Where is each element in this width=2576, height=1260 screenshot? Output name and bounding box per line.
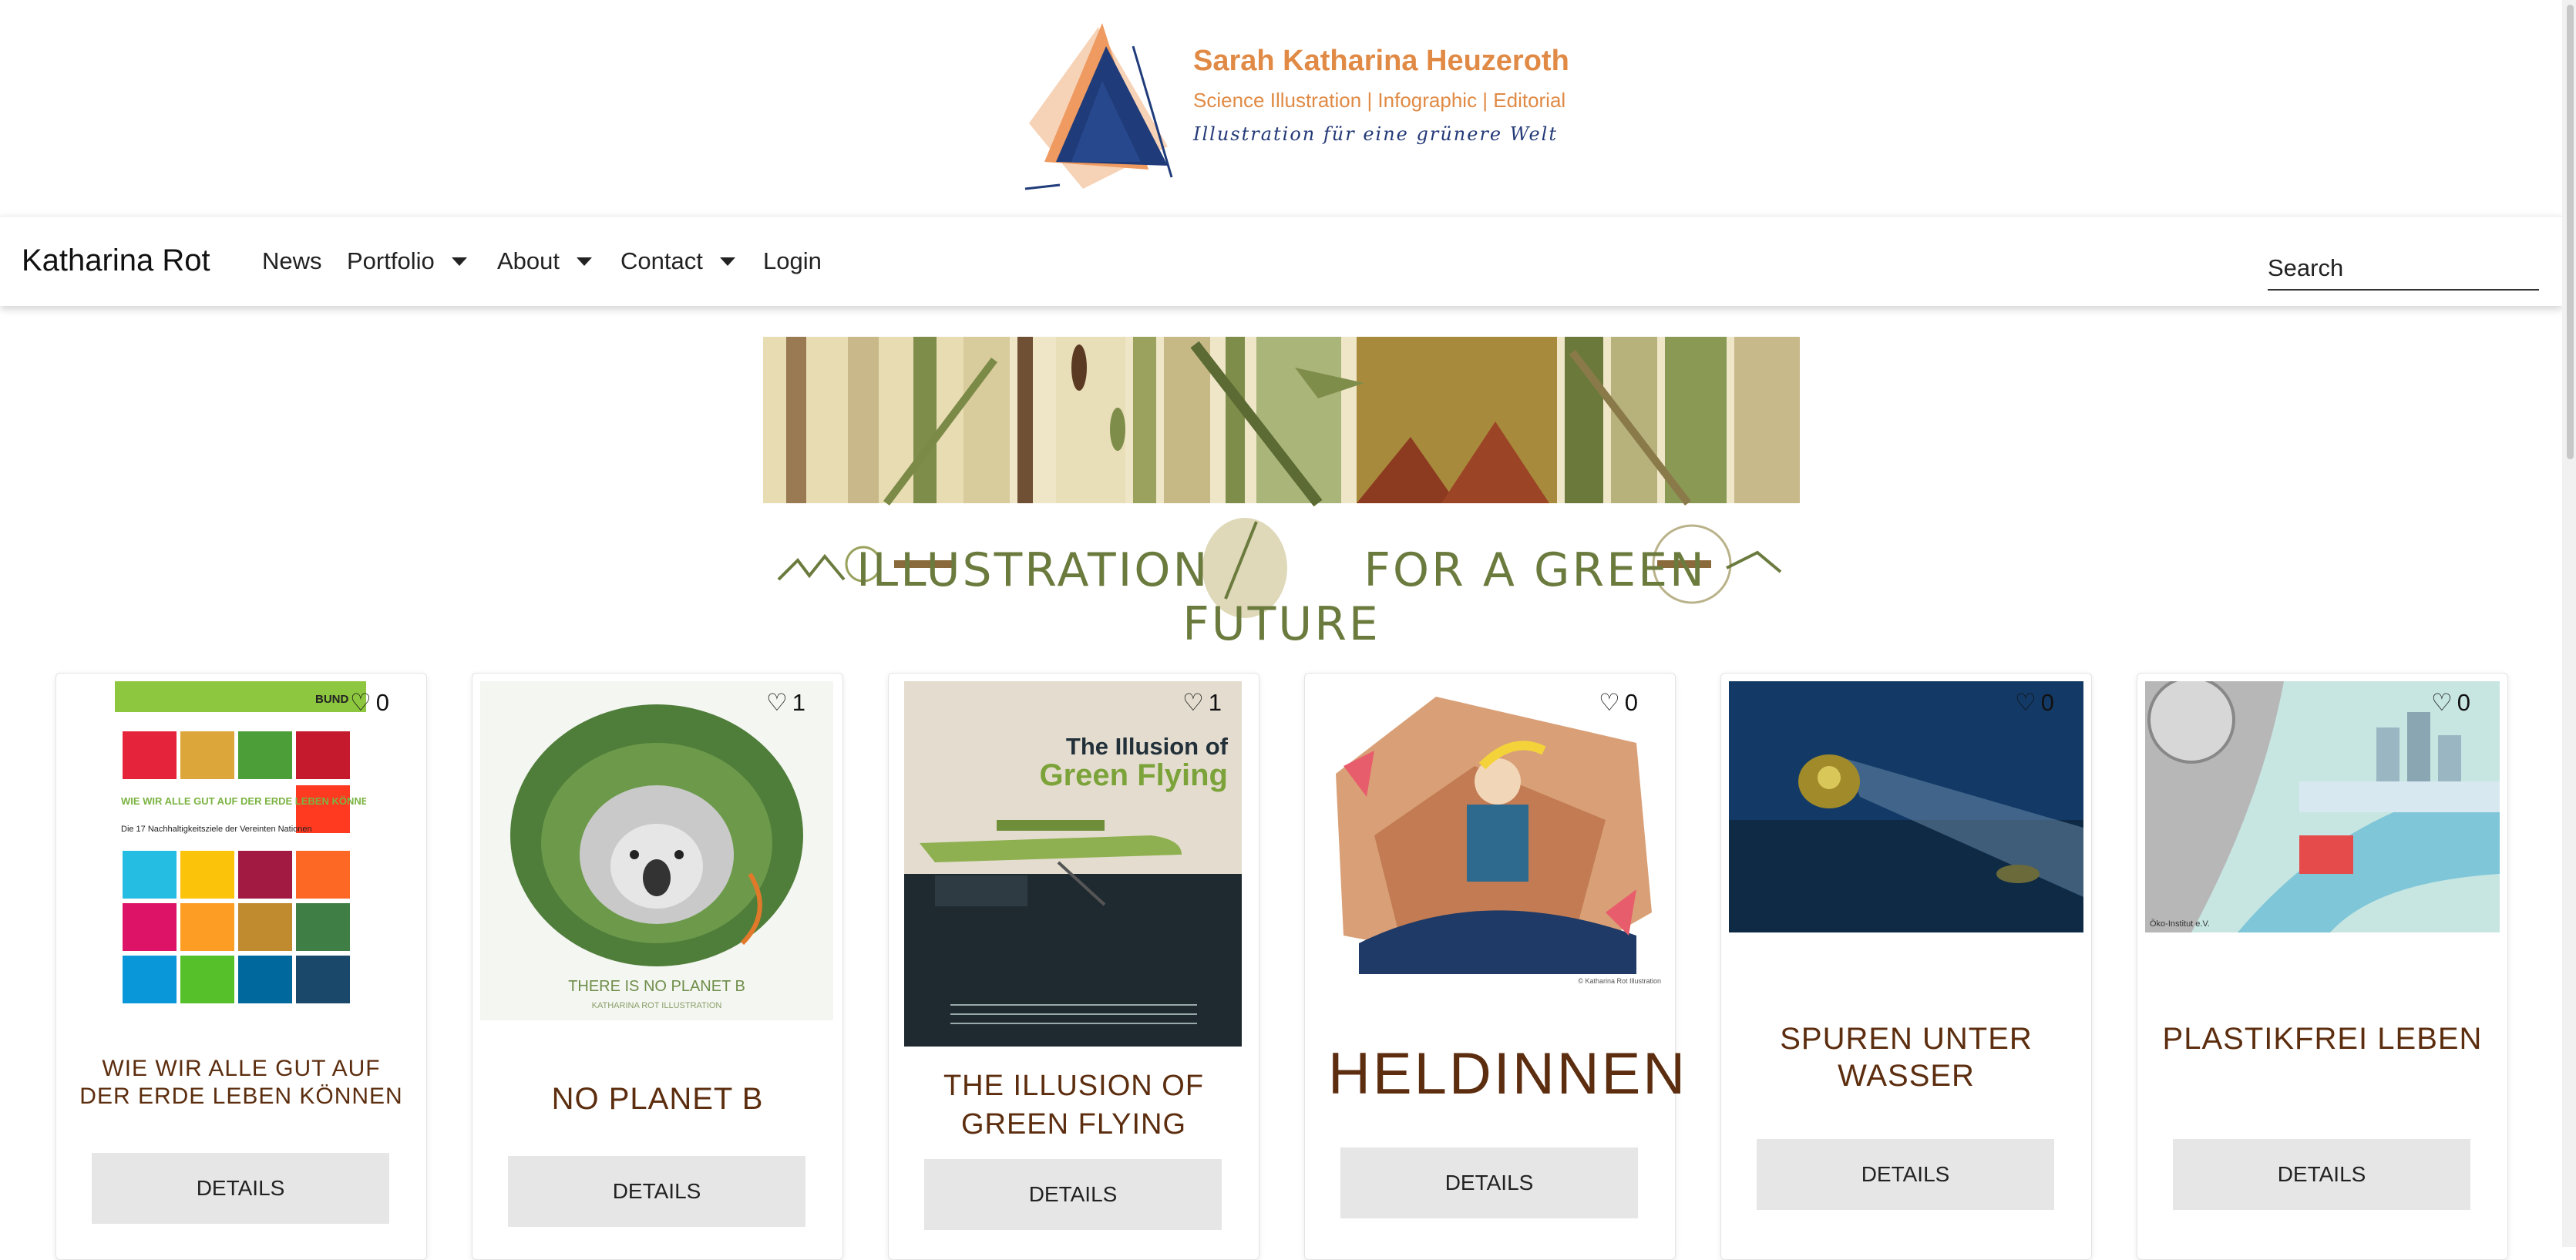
artwork-card[interactable]: THERE IS NO PLANET B KATHARINA ROT ILLUS…: [472, 673, 843, 1260]
banner-right-text: FOR A GREEN FUTURE: [1182, 543, 1707, 651]
brand-link[interactable]: Katharina Rot: [22, 244, 210, 278]
nav-label: Contact: [620, 247, 703, 274]
caret-down-icon: [577, 257, 593, 266]
nav-item-news[interactable]: News: [262, 247, 322, 275]
logo-text: Sarah Katharina Heuzeroth Science Illust…: [1193, 45, 1569, 145]
banner-tagline: ILLUSTRATION FOR A GREEN FUTURE: [763, 543, 1800, 651]
card-title[interactable]: SPUREN UNTER WASSER: [1744, 1020, 2068, 1094]
like-count: 1: [1208, 689, 1222, 716]
like-count: 0: [1624, 689, 1638, 716]
like-count: 0: [2457, 689, 2470, 716]
green-flying-artwork: The Illusion of Green Flying: [904, 681, 1242, 1047]
triangle-logo-icon[interactable]: [1014, 15, 1191, 193]
nav-item-contact[interactable]: Contact: [620, 247, 735, 275]
card-image-sdg[interactable]: WIE WIR ALLE GUT AUF DER ERDE LEBEN KÖNN…: [115, 681, 366, 1005]
card-image-no-planet-b[interactable]: THERE IS NO PLANET B KATHARINA ROT ILLUS…: [480, 681, 833, 1020]
search-input[interactable]: [2268, 247, 2539, 291]
card-title[interactable]: THE ILLUSION OF GREEN FLYING: [912, 1067, 1236, 1144]
koala-artwork: THERE IS NO PLANET B KATHARINA ROT ILLUS…: [510, 704, 803, 1010]
details-button[interactable]: DETAILS: [2173, 1139, 2470, 1210]
logo-subtitle: Science Illustration | Infographic | Edi…: [1193, 89, 1566, 112]
hero-banner: ILLUSTRATION FOR A GREEN FUTURE: [763, 337, 1800, 651]
scrollbar-thumb[interactable]: [2567, 5, 2574, 459]
artwork-card[interactable]: © Katharina Rot Illustration ♡ 0 HELDINNE…: [1304, 673, 1685, 1260]
like-count: 0: [2040, 689, 2054, 716]
card-image-heldinnen[interactable]: © Katharina Rot Illustration: [1313, 681, 1666, 990]
nav-label: Portfolio: [347, 247, 435, 274]
details-button[interactable]: DETAILS: [1757, 1139, 2054, 1210]
heart-icon[interactable]: ♡: [350, 689, 372, 717]
plastikfrei-artwork: Öko-Institut e.V.: [2145, 681, 2500, 932]
nav-item-login[interactable]: Login: [763, 247, 822, 275]
heldinnen-credit-text: © Katharina Rot Illustration: [1578, 977, 1661, 985]
planet-caption-text: THERE IS NO PLANET B: [568, 978, 745, 995]
logo-tagline: Illustration für eine grünere Welt: [1193, 123, 1558, 145]
card-title[interactable]: HELDINNEN: [1328, 1036, 1685, 1113]
artwork-card[interactable]: ♡ 0 SPUREN UNTER WASSER DETAILS: [1720, 673, 2092, 1260]
nav-item-portfolio[interactable]: Portfolio: [347, 247, 467, 275]
navbar: Katharina Rot News Portfolio About Conta…: [0, 216, 2562, 306]
nav-label: Login: [763, 247, 822, 274]
sdg-artwork: WIE WIR ALLE GUT AUF DER ERDE LEBEN KÖNN…: [115, 681, 366, 1003]
like-count: 0: [375, 689, 389, 716]
bund-badge-text: BUND: [315, 693, 348, 706]
nav-label: About: [497, 247, 560, 274]
details-button[interactable]: DETAILS: [92, 1153, 389, 1224]
oeko-institut-badge: Öko-Institut e.V.: [2150, 919, 2210, 929]
flying-title-line1: The Illusion of: [1066, 733, 1229, 760]
artwork-card[interactable]: The Illusion of Green Flying ♡ 1 THE ILLU…: [888, 673, 1259, 1260]
card-title[interactable]: NO PLANET B: [496, 1080, 819, 1117]
logo-name: Sarah Katharina Heuzeroth: [1193, 45, 1569, 77]
like-counter[interactable]: ♡ 1: [1182, 689, 1222, 717]
heart-icon[interactable]: ♡: [2015, 689, 2036, 717]
sdg-subtitle-text: Die 17 Nachhaltigkeitsziele der Vereinte…: [121, 825, 312, 834]
sdg-title-text: WIE WIR ALLE GUT AUF DER ERDE LEBEN KÖNN…: [121, 795, 366, 807]
underwater-artwork: [1729, 681, 2083, 932]
like-counter[interactable]: ♡ 1: [766, 689, 805, 717]
like-counter[interactable]: ♡ 0: [1599, 689, 1638, 717]
forest-illustration: [763, 337, 1800, 507]
card-image-spuren-unter-wasser[interactable]: [1729, 681, 2083, 932]
planet-credit-text: KATHARINA ROT ILLUSTRATION: [592, 1001, 722, 1010]
caret-down-icon: [719, 257, 735, 266]
caret-down-icon: [451, 257, 467, 266]
site-header: Sarah Katharina Heuzeroth Science Illust…: [0, 0, 2576, 216]
nav-item-about[interactable]: About: [497, 247, 593, 275]
like-counter[interactable]: ♡ 0: [2431, 689, 2470, 717]
like-counter[interactable]: ♡ 0: [2015, 689, 2054, 717]
card-title[interactable]: PLASTIKFREI LEBEN: [2161, 1020, 2484, 1057]
flying-title-line2: Green Flying: [1040, 758, 1229, 792]
details-button[interactable]: DETAILS: [924, 1159, 1222, 1230]
card-image-green-flying[interactable]: The Illusion of Green Flying: [904, 681, 1242, 1047]
card-title[interactable]: WIE WIR ALLE GUT AUF DER ERDE LEBEN KÖNN…: [79, 1055, 403, 1110]
like-counter[interactable]: ♡ 0: [350, 689, 389, 717]
like-count: 1: [792, 689, 805, 716]
heart-icon[interactable]: ♡: [1599, 689, 1620, 717]
banner-left-text: ILLUSTRATION: [856, 543, 1210, 597]
artwork-card[interactable]: WIE WIR ALLE GUT AUF DER ERDE LEBEN KÖNN…: [55, 673, 427, 1260]
heart-icon[interactable]: ♡: [2431, 689, 2453, 717]
nav-label: News: [262, 247, 322, 274]
heart-icon[interactable]: ♡: [766, 689, 788, 717]
card-image-plastikfrei-leben[interactable]: Öko-Institut e.V.: [2145, 681, 2500, 932]
heart-icon[interactable]: ♡: [1182, 689, 1204, 717]
details-button[interactable]: DETAILS: [508, 1156, 805, 1227]
artwork-card[interactable]: Öko-Institut e.V. ♡ 0 PLASTIKFREI LEBEN D…: [2137, 673, 2508, 1260]
heldinnen-artwork: © Katharina Rot Illustration: [1336, 697, 1661, 985]
details-button[interactable]: DETAILS: [1340, 1147, 1638, 1218]
